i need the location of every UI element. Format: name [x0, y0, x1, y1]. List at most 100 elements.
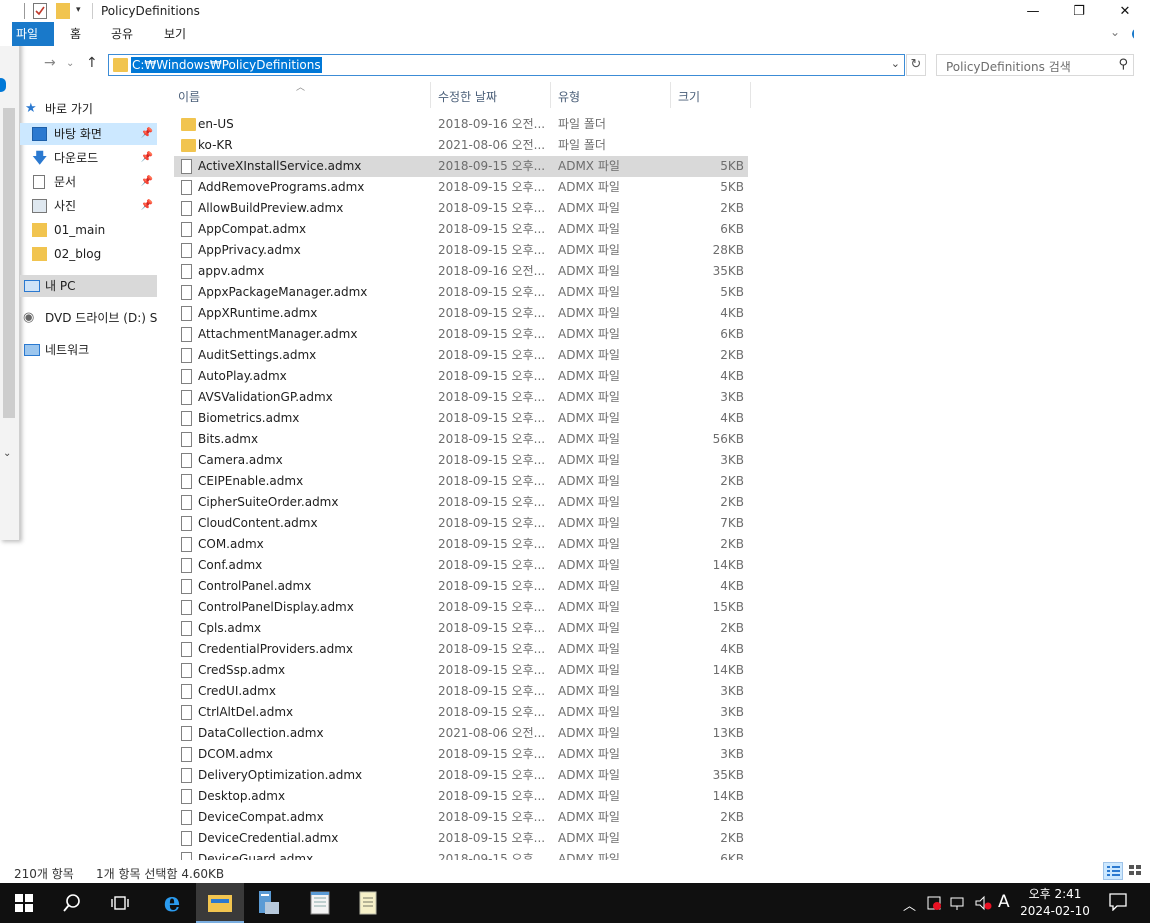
search-icon[interactable]: [48, 883, 96, 923]
file-date: 2018-09-15 오후...: [438, 243, 546, 257]
network-status-icon[interactable]: [950, 895, 966, 915]
minimize-button[interactable]: —: [1010, 0, 1056, 22]
nav-item-pictures[interactable]: 사진 📌: [20, 195, 157, 217]
refresh-button[interactable]: ↻: [906, 54, 926, 76]
file-row[interactable]: CredSsp.admx 2018-09-15 오후... ADMX 파일 14KB: [174, 660, 748, 681]
back-arrow-icon[interactable]: →: [44, 55, 56, 71]
column-divider[interactable]: [750, 82, 751, 108]
file-row[interactable]: ControlPanel.admx 2018-09-15 오후... ADMX 파일…: [174, 576, 748, 597]
server-manager-icon[interactable]: [244, 883, 292, 923]
up-arrow-icon[interactable]: ↑: [86, 55, 98, 71]
file-row[interactable]: appv.admx 2018-09-16 오전... ADMX 파일 35KB: [174, 261, 748, 282]
search-input[interactable]: PolicyDefinitions 검색 ⚲: [936, 54, 1134, 76]
column-header-date[interactable]: 수정한 날짜: [438, 88, 497, 108]
task-view-icon[interactable]: [96, 883, 144, 923]
address-bar[interactable]: C:₩Windows₩PolicyDefinitions ⌄: [108, 54, 905, 76]
address-row: → ⌄ ↑ C:₩Windows₩PolicyDefinitions ⌄ ↻ P…: [0, 52, 1134, 78]
ribbon-expand-icon[interactable]: ⌄: [1110, 25, 1120, 39]
column-header-name[interactable]: 이름: [178, 88, 200, 108]
file-row[interactable]: DeviceCompat.admx 2018-09-15 오후... ADMX 파일…: [174, 807, 748, 828]
column-divider[interactable]: [670, 82, 671, 108]
nav-dvd-drive[interactable]: ◉ DVD 드라이브 (D:) S: [20, 307, 157, 329]
file-row[interactable]: AVSValidationGP.admx 2018-09-15 오후... ADMX…: [174, 387, 748, 408]
tab-share[interactable]: 공유: [103, 22, 141, 46]
nav-item-02-blog[interactable]: 02_blog: [20, 243, 157, 265]
file-row[interactable]: CredUI.admx 2018-09-15 오후... ADMX 파일 3KB: [174, 681, 748, 702]
security-alert-icon[interactable]: [926, 895, 942, 915]
file-row[interactable]: CredentialProviders.admx 2018-09-15 오후...…: [174, 639, 748, 660]
maximize-button[interactable]: ❐: [1056, 0, 1102, 22]
close-button[interactable]: ✕: [1102, 0, 1148, 22]
start-button[interactable]: [0, 883, 48, 923]
nav-item-desktop[interactable]: 바탕 화면 📌: [20, 123, 157, 145]
file-row[interactable]: AttachmentManager.admx 2018-09-15 오후... AD…: [174, 324, 748, 345]
file-row[interactable]: AddRemovePrograms.admx 2018-09-15 오후... AD…: [174, 177, 748, 198]
file-row[interactable]: AppCompat.admx 2018-09-15 오후... ADMX 파일 6KB: [174, 219, 748, 240]
file-row[interactable]: AuditSettings.admx 2018-09-15 오후... ADMX 파…: [174, 345, 748, 366]
file-row[interactable]: ControlPanelDisplay.admx 2018-09-15 오후...…: [174, 597, 748, 618]
notepad-icon[interactable]: [296, 883, 344, 923]
nav-item-downloads[interactable]: 🡇 다운로드 📌: [20, 147, 157, 169]
input-method-indicator[interactable]: A: [998, 892, 1010, 912]
column-header-type[interactable]: 유형: [558, 88, 580, 108]
column-divider[interactable]: [550, 82, 551, 108]
file-row[interactable]: Biometrics.admx 2018-09-15 오후... ADMX 파일 4K…: [174, 408, 748, 429]
properties-icon[interactable]: [33, 3, 47, 19]
column-divider[interactable]: [430, 82, 431, 108]
folder-row[interactable]: en-US 2018-09-16 오전... 파일 폴더: [174, 114, 748, 135]
customize-toolbar-icon[interactable]: ▾: [76, 5, 81, 21]
document-app-icon[interactable]: [344, 883, 392, 923]
file-row[interactable]: AutoPlay.admx 2018-09-15 오후... ADMX 파일 4KB: [174, 366, 748, 387]
file-row[interactable]: CipherSuiteOrder.admx 2018-09-15 오후... ADM…: [174, 492, 748, 513]
large-icons-view-button[interactable]: [1126, 862, 1146, 880]
search-icon[interactable]: ⚲: [1118, 57, 1128, 72]
file-row[interactable]: Conf.admx 2018-09-15 오후... ADMX 파일 14KB: [174, 555, 748, 576]
file-row[interactable]: AppPrivacy.admx 2018-09-15 오후... ADMX 파일 28…: [174, 240, 748, 261]
folder-row[interactable]: ko-KR 2021-08-06 오전... 파일 폴더: [174, 135, 748, 156]
details-view-button[interactable]: [1103, 862, 1123, 880]
address-path[interactable]: C:₩Windows₩PolicyDefinitions: [131, 57, 322, 73]
file-row[interactable]: Cpls.admx 2018-09-15 오후... ADMX 파일 2KB: [174, 618, 748, 639]
file-row[interactable]: Bits.admx 2018-09-15 오후... ADMX 파일 56KB: [174, 429, 748, 450]
file-row[interactable]: CloudContent.admx 2018-09-15 오후... ADMX 파일…: [174, 513, 748, 534]
file-row[interactable]: DCOM.admx 2018-09-15 오후... ADMX 파일 3KB: [174, 744, 748, 765]
file-explorer-icon[interactable]: [196, 883, 244, 923]
recent-locations-icon[interactable]: ⌄: [66, 58, 74, 69]
file-size: 2KB: [720, 348, 744, 362]
file-size: 13KB: [712, 726, 744, 740]
tab-home[interactable]: 홈: [62, 22, 89, 46]
nav-item-01-main[interactable]: 01_main: [20, 219, 157, 241]
nav-item-documents[interactable]: 문서 📌: [20, 171, 157, 193]
file-row[interactable]: Camera.admx 2018-09-15 오후... ADMX 파일 3KB: [174, 450, 748, 471]
chevron-down-icon[interactable]: ⌄: [3, 448, 11, 459]
nav-network[interactable]: 네트워크: [20, 339, 157, 361]
file-row[interactable]: DeviceGuard.admx 2018-09-15 오후... ADMX 파일 6…: [174, 849, 748, 860]
internet-explorer-icon[interactable]: e: [148, 883, 196, 923]
file-row[interactable]: CtrlAltDel.admx 2018-09-15 오후... ADMX 파일 3K…: [174, 702, 748, 723]
file-row[interactable]: DeviceCredential.admx 2018-09-15 오후... ADM…: [174, 828, 748, 849]
column-header-size[interactable]: 크기: [678, 88, 700, 108]
file-row[interactable]: CEIPEnable.admx 2018-09-15 오후... ADMX 파일 2K…: [174, 471, 748, 492]
file-row[interactable]: ActiveXInstallService.admx 2018-09-15 오후.…: [174, 156, 748, 177]
nav-item-label: 사진: [54, 199, 77, 213]
file-row[interactable]: AllowBuildPreview.admx 2018-09-15 오후... AD…: [174, 198, 748, 219]
address-dropdown-icon[interactable]: ⌄: [891, 57, 900, 70]
file-row[interactable]: AppXRuntime.admx 2018-09-15 오후... ADMX 파일 4…: [174, 303, 748, 324]
tab-view[interactable]: 보기: [156, 22, 194, 46]
nav-quick-access[interactable]: ★ 바로 가기: [20, 98, 157, 120]
vertical-scrollbar[interactable]: [1134, 22, 1150, 860]
file-row[interactable]: DeliveryOptimization.admx 2018-09-15 오후..…: [174, 765, 748, 786]
new-folder-icon[interactable]: [56, 3, 70, 19]
folder-icon: [113, 58, 128, 72]
dialog-scrollbar[interactable]: [3, 108, 15, 418]
file-row[interactable]: AppxPackageManager.admx 2018-09-15 오후... A…: [174, 282, 748, 303]
clock[interactable]: 오후 2:41 2024-02-10: [1014, 886, 1096, 920]
show-hidden-icons-icon[interactable]: ︿: [903, 895, 916, 914]
tab-file[interactable]: 파일: [12, 22, 54, 46]
file-row[interactable]: COM.admx 2018-09-15 오후... ADMX 파일 2KB: [174, 534, 748, 555]
action-center-icon[interactable]: [1109, 893, 1127, 915]
file-row[interactable]: DataCollection.admx 2021-08-06 오전... ADMX …: [174, 723, 748, 744]
nav-this-pc[interactable]: 내 PC: [20, 275, 157, 297]
file-row[interactable]: Desktop.admx 2018-09-15 오후... ADMX 파일 14KB: [174, 786, 748, 807]
volume-muted-icon[interactable]: [974, 895, 992, 915]
